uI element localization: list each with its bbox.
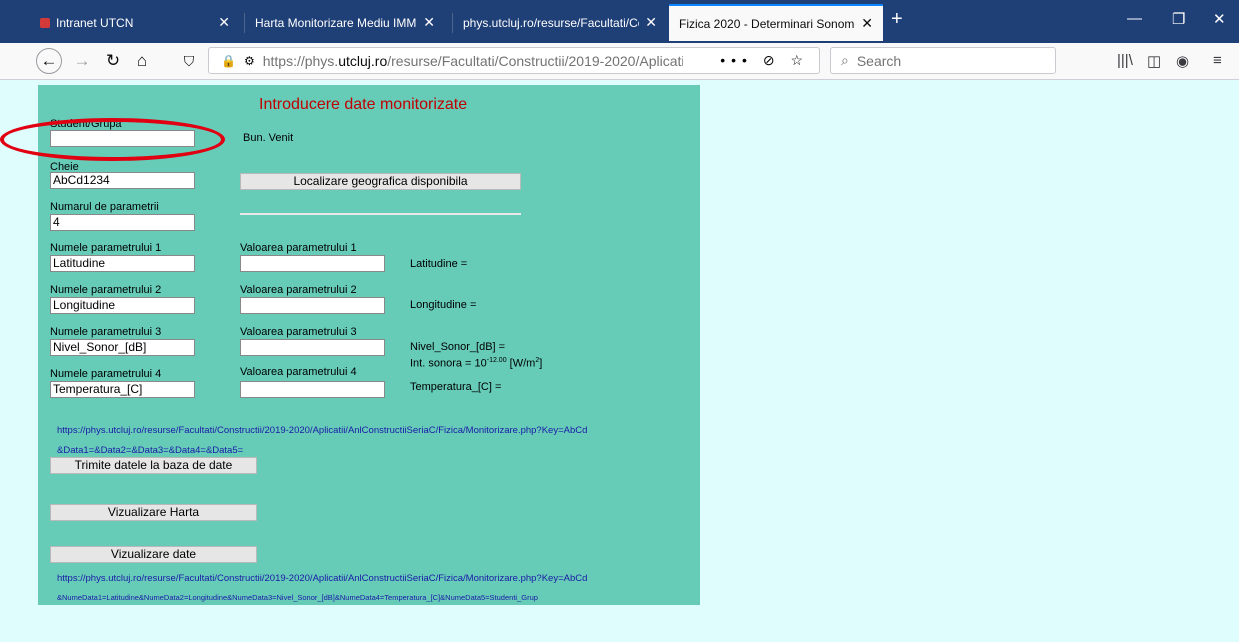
search-input[interactable]: ⌕ Search (830, 47, 1056, 74)
param-2-name-input[interactable]: Longitudine (50, 297, 195, 314)
annotation-ellipse (0, 118, 225, 161)
new-tab-icon[interactable]: + (891, 8, 903, 31)
param-count-label: Numarul de parametrii (50, 201, 159, 213)
reload-icon[interactable]: ↻ (100, 48, 126, 74)
tab-title: phys.utcluj.ro/resurse/Facultati/Cor (463, 15, 640, 30)
param-1-name-input[interactable]: Latitudine (50, 255, 195, 272)
menu-icon[interactable]: ≡ (1213, 52, 1222, 69)
sound-intensity-readout: Int. sonora = 10-12.00 [W/m2] (410, 357, 543, 370)
close-tab-icon[interactable]: ✕ (861, 15, 873, 32)
geo-location-button[interactable]: Localizare geografica disponibila (240, 173, 521, 190)
send-data-button[interactable]: Trimite datele la baza de date (50, 457, 257, 474)
key-input[interactable]: AbCd1234 (50, 172, 195, 189)
param-3-readout: Nivel_Sonor_[dB] = (410, 341, 506, 353)
tab-fizica-active[interactable]: Fizica 2020 - Determinari Sonometr ✕ (669, 4, 883, 41)
tab-phys[interactable]: phys.utcluj.ro/resurse/Facultati/Cor ✕ (453, 4, 667, 41)
url-actions[interactable]: ••• ⊘ ☆ (720, 52, 809, 69)
tab-title: Fizica 2020 - Determinari Sonometr (679, 16, 856, 31)
divider (240, 213, 521, 215)
search-icon: ⌕ (841, 52, 849, 68)
param-4-value-input[interactable] (240, 381, 385, 398)
close-tab-icon[interactable]: ✕ (423, 14, 435, 31)
param-2-value-label: Valoarea parametrului 2 (240, 284, 357, 296)
page-title: Introducere date monitorizate (259, 96, 468, 113)
tab-title: Harta Monitorizare Mediu IMM@U (255, 15, 417, 30)
permissions-icon[interactable]: ⚙ (244, 54, 255, 68)
param-1-readout: Latitudine = (410, 258, 468, 270)
account-icon[interactable]: ◉ (1176, 52, 1189, 70)
param-4-value-label: Valoarea parametrului 4 (240, 366, 357, 378)
library-icon[interactable]: |||\ (1117, 52, 1133, 69)
param-1-value-input[interactable] (240, 255, 385, 272)
close-tab-icon[interactable]: ✕ (645, 14, 657, 31)
param-4-readout: Temperatura_[C] = (410, 381, 502, 393)
param-4-name-label: Numele parametrului 4 (50, 368, 162, 380)
close-window-icon[interactable]: ✕ (1213, 10, 1226, 28)
utcn-favicon-icon (40, 17, 50, 28)
url-text[interactable]: https://phys.utcluj.ro/resurse/Facultati… (263, 53, 683, 69)
view-data-button[interactable]: Vizualizare date (50, 546, 257, 563)
param-2-value-input[interactable] (240, 297, 385, 314)
param-3-name-input[interactable]: Nivel_Sonor_[dB] (50, 339, 195, 356)
tab-title: Intranet UTCN (56, 15, 134, 30)
home-icon[interactable]: ⌂ (129, 48, 155, 74)
search-placeholder: Search (856, 52, 902, 69)
lock-icon: 🔒 (221, 53, 236, 68)
back-icon[interactable]: ← (36, 48, 62, 74)
param-3-value-input[interactable] (240, 339, 385, 356)
url-bar[interactable]: 🔒 ⚙ https://phys.utcluj.ro/resurse/Facul… (208, 47, 820, 74)
close-tab-icon[interactable]: ✕ (218, 14, 230, 31)
tab-bar: Intranet UTCN ✕ Harta Monitorizare Mediu… (0, 0, 1239, 43)
shield-icon[interactable]: ⛉ (176, 48, 202, 74)
tab-intranet[interactable]: Intranet UTCN ✕ (30, 4, 240, 41)
nav-bar: ← → ↻ ⌂ ⛉ 🔒 ⚙ https://phys.utcluj.ro/res… (0, 43, 1239, 80)
sidebar-icon[interactable]: ◫ (1147, 52, 1161, 70)
param-1-value-label: Valoarea parametrului 1 (240, 242, 357, 254)
param-3-value-label: Valoarea parametrului 3 (240, 326, 357, 338)
param-3-name-label: Numele parametrului 3 (50, 326, 162, 338)
restore-icon[interactable]: ❐ (1172, 10, 1185, 28)
param-1-name-label: Numele parametrului 1 (50, 242, 162, 254)
forward-icon[interactable]: → (69, 48, 95, 74)
view-url-link-params[interactable]: &NumeData1=Latitudine&NumeData2=Longitud… (57, 593, 538, 602)
param-4-name-input[interactable]: Temperatura_[C] (50, 381, 195, 398)
minimize-icon[interactable]: — (1127, 10, 1142, 27)
welcome-text: Bun. Venit (243, 132, 294, 144)
send-url-link-params[interactable]: &Data1=&Data2=&Data3=&Data4=&Data5= (57, 445, 243, 456)
view-map-button[interactable]: Vizualizare Harta (50, 504, 257, 521)
param-2-readout: Longitudine = (410, 299, 477, 311)
param-count-input[interactable]: 4 (50, 214, 195, 231)
tab-harta[interactable]: Harta Monitorizare Mediu IMM@U ✕ (245, 4, 445, 41)
param-2-name-label: Numele parametrului 2 (50, 284, 162, 296)
send-url-link[interactable]: https://phys.utcluj.ro/resurse/Facultati… (57, 425, 587, 436)
view-url-link[interactable]: https://phys.utcluj.ro/resurse/Facultati… (57, 573, 587, 584)
